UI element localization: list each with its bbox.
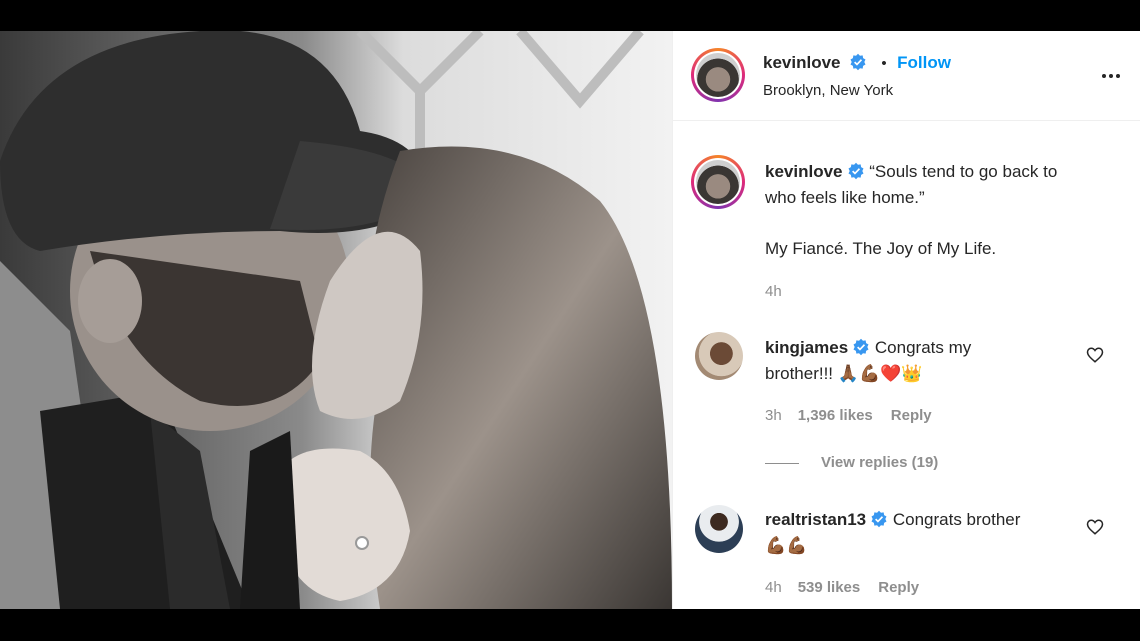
caption-username[interactable]: kevinlove: [765, 162, 843, 181]
comment-likes[interactable]: 539 likes: [798, 579, 861, 596]
comment-time[interactable]: 4h: [765, 579, 782, 596]
comment-emojis: 💪🏾💪🏾: [765, 536, 808, 556]
comment-kingjames: kingjames Congrats my brother!!! 🙏🏾💪🏾❤️👑: [765, 335, 1065, 387]
follow-button[interactable]: Follow: [897, 53, 951, 72]
view-replies-divider: [765, 462, 799, 464]
post-header: kevinlove • Follow Brooklyn, New York: [673, 31, 1140, 121]
commenter-avatar-kingjames[interactable]: [695, 332, 743, 380]
comment-likes[interactable]: 1,396 likes: [798, 407, 873, 424]
caption-timestamp[interactable]: 4h: [765, 283, 782, 300]
like-heart-icon[interactable]: [1086, 346, 1104, 364]
author-username[interactable]: kevinlove: [763, 53, 841, 72]
commenter-avatar-realtristan13[interactable]: [695, 505, 743, 553]
verified-badge-icon: [871, 510, 887, 528]
caption-line-2: who feels like home.”: [765, 188, 925, 207]
comment-username[interactable]: kingjames: [765, 338, 848, 357]
view-replies-label: View replies (19): [821, 454, 939, 471]
post-side-panel: kevinlove • Follow Brooklyn, New York ke…: [672, 31, 1140, 609]
comment-emojis: 🙏🏾💪🏾❤️👑: [837, 364, 923, 384]
like-heart-icon[interactable]: [1086, 518, 1104, 536]
comment-meta-kingjames: 3h 1,396 likes Reply: [765, 407, 950, 424]
post-location[interactable]: Brooklyn, New York: [763, 82, 893, 99]
post-photo-image: [0, 31, 672, 609]
verified-badge-icon: [848, 162, 863, 180]
caption-line-3: My Fiancé. The Joy of My Life.: [765, 239, 997, 258]
caption-avatar[interactable]: [691, 155, 745, 209]
caption-text: kevinlove “Souls tend to go back to who …: [765, 159, 1115, 211]
comment-username[interactable]: realtristan13: [765, 510, 866, 529]
comment-text-line-1: Congrats my: [874, 338, 972, 357]
verified-badge-icon: [850, 53, 866, 71]
comment-time[interactable]: 3h: [765, 407, 782, 424]
more-options-icon[interactable]: [1101, 65, 1121, 79]
comment-realtristan13: realtristan13 Congrats brother 💪🏾💪🏾: [765, 507, 1085, 559]
author-avatar[interactable]: [691, 48, 745, 102]
comment-meta-realtristan13: 4h 539 likes Reply: [765, 579, 937, 596]
author-line: kevinlove • Follow: [763, 53, 951, 73]
verified-badge-icon: [853, 338, 869, 356]
reply-button[interactable]: Reply: [891, 407, 932, 424]
view-replies-button[interactable]: View replies (19): [765, 454, 938, 471]
post-photo[interactable]: [0, 31, 672, 609]
comment-text-line-1: Congrats brother: [892, 510, 1021, 529]
reply-button[interactable]: Reply: [878, 579, 919, 596]
caption-line-1: “Souls tend to go back to: [869, 162, 1058, 181]
separator-dot: •: [881, 55, 887, 72]
instagram-post-frame: kevinlove • Follow Brooklyn, New York ke…: [0, 31, 1140, 609]
comment-text-line-2: brother!!!: [765, 364, 834, 383]
